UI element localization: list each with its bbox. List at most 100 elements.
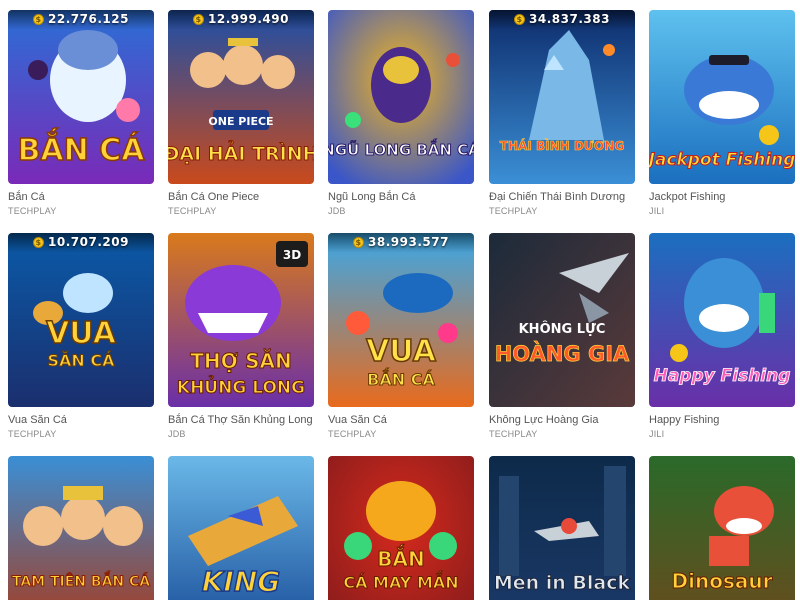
coin-icon: $ — [193, 14, 205, 25]
jackpot-counter: $34.837.383 — [489, 12, 635, 26]
game-provider: JDB — [168, 429, 186, 439]
svg-text:VUA: VUA — [46, 316, 117, 351]
game-title[interactable]: Bắn Cá One Piece — [168, 191, 314, 203]
jackpot-value: 34.837.383 — [529, 12, 610, 26]
game-card[interactable]: KING — [168, 456, 314, 600]
jackpot-counter: $22.776.125 — [8, 12, 154, 26]
game-logo: Jackpot Fishing — [649, 150, 795, 170]
game-provider: TECHPLAY — [8, 206, 57, 216]
game-thumbnail[interactable]: KHÔNG LỰC HOÀNG GIA — [489, 233, 635, 407]
game-art: Men in Black — [489, 456, 635, 600]
coin-icon: $ — [33, 14, 45, 25]
game-art: Happy Fishing — [649, 233, 795, 407]
game-card[interactable]: THÁI BÌNH DƯƠNG $34.837.383 Đại Chiến Th… — [489, 10, 635, 216]
game-card[interactable]: Dinosaur — [649, 456, 795, 600]
game-logo: ĐẠI HẢI TRÌNH — [168, 140, 314, 165]
svg-text:VUA: VUA — [366, 334, 437, 369]
svg-text:CÁ MAY MẮN: CÁ MAY MẮN — [343, 571, 458, 592]
game-card[interactable]: 3D THỢ SĂN KHỦNG LONG Bắn Cá Thợ Săn Khủ… — [168, 233, 314, 439]
game-logo: BẮN CÁ — [18, 128, 146, 168]
game-thumbnail[interactable]: Happy Fishing — [649, 233, 795, 407]
game-provider: TECHPLAY — [168, 206, 217, 216]
game-art: Dinosaur — [649, 456, 795, 600]
game-card[interactable]: Men in Black — [489, 456, 635, 600]
game-thumbnail[interactable]: VUA BẮN CÁ $38.993.577 — [328, 233, 474, 407]
game-card[interactable]: Jackpot Fishing Jackpot Fishing JILI — [649, 10, 795, 216]
game-card[interactable]: TAM TIÊN BẮN CÁ — [8, 456, 154, 600]
jackpot-value: 12.999.490 — [208, 12, 289, 26]
game-art: KING — [168, 456, 314, 600]
game-provider: TECHPLAY — [8, 429, 57, 439]
svg-text:ONE PIECE: ONE PIECE — [208, 115, 273, 128]
svg-text:THỢ SĂN: THỢ SĂN — [190, 349, 291, 373]
jackpot-value: 38.993.577 — [368, 235, 449, 249]
game-logo: NGŨ LONG BẮN CÁ — [328, 138, 474, 159]
game-art: TAM TIÊN BẮN CÁ — [8, 456, 154, 600]
game-art: ONE PIECE ĐẠI HẢI TRÌNH — [168, 10, 314, 184]
game-card[interactable]: KHÔNG LỰC HOÀNG GIA Không Lực Hoàng Gia … — [489, 233, 635, 439]
game-logo: HOÀNG GIA — [495, 341, 630, 366]
game-art: VUA SĂN CÁ — [8, 233, 154, 407]
game-card[interactable]: Happy Fishing Happy Fishing JILI — [649, 233, 795, 439]
game-thumbnail[interactable]: BẮN CÁ $22.776.125 — [8, 10, 154, 184]
game-title[interactable]: Vua Săn Cá — [328, 414, 474, 426]
game-card[interactable]: NGŨ LONG BẮN CÁ Ngũ Long Bắn Cá JDB — [328, 10, 474, 216]
game-thumbnail[interactable]: Jackpot Fishing — [649, 10, 795, 184]
game-art: BẮN CÁ MAY MẮN — [328, 456, 474, 600]
svg-text:BẮN: BẮN — [377, 545, 424, 571]
game-art: BẮN CÁ — [8, 10, 154, 184]
game-art: Jackpot Fishing — [649, 10, 795, 184]
coin-icon: $ — [514, 14, 526, 25]
game-art: THÁI BÌNH DƯƠNG — [489, 10, 635, 184]
game-title[interactable]: Vua Săn Cá — [8, 414, 154, 426]
game-logo: SĂN CÁ — [48, 351, 116, 370]
game-thumbnail[interactable]: 3D THỢ SĂN KHỦNG LONG — [168, 233, 314, 407]
game-art: 3D THỢ SĂN KHỦNG LONG — [168, 233, 314, 407]
game-provider: TECHPLAY — [328, 429, 377, 439]
game-title[interactable]: Happy Fishing — [649, 414, 795, 426]
game-thumbnail[interactable]: Dinosaur — [649, 456, 795, 600]
game-logo: Dinosaur — [672, 569, 773, 593]
jackpot-counter: $38.993.577 — [328, 235, 474, 249]
svg-text:BẮN CÁ: BẮN CÁ — [367, 368, 435, 389]
game-card[interactable]: ONE PIECE ĐẠI HẢI TRÌNH $12.999.490 Bắn … — [168, 10, 314, 216]
game-card[interactable]: VUA BẮN CÁ $38.993.577 Vua Săn Cá TECHPL… — [328, 233, 474, 439]
game-thumbnail[interactable]: KING — [168, 456, 314, 600]
svg-text:KHỦNG LONG: KHỦNG LONG — [177, 374, 305, 398]
game-title[interactable]: Bắn Cá — [8, 191, 154, 203]
3d-badge: 3D — [283, 248, 301, 262]
game-title[interactable]: Không Lực Hoàng Gia — [489, 414, 635, 426]
game-title[interactable]: Ngũ Long Bắn Cá — [328, 191, 474, 203]
game-logo: Men in Black — [494, 572, 631, 594]
game-art: NGŨ LONG BẮN CÁ — [328, 10, 474, 184]
game-thumbnail[interactable]: THÁI BÌNH DƯƠNG $34.837.383 — [489, 10, 635, 184]
game-title[interactable]: Jackpot Fishing — [649, 191, 795, 203]
game-logo: KING — [202, 565, 281, 598]
game-provider: JDB — [328, 206, 346, 216]
coin-icon: $ — [353, 237, 365, 248]
game-thumbnail[interactable]: ONE PIECE ĐẠI HẢI TRÌNH $12.999.490 — [168, 10, 314, 184]
game-card[interactable]: BẮN CÁ MAY MẮN — [328, 456, 474, 600]
game-logo: THÁI BÌNH DƯƠNG — [500, 138, 624, 153]
game-thumbnail[interactable]: Men in Black — [489, 456, 635, 600]
game-logo: Happy Fishing — [654, 366, 791, 386]
game-provider: JILI — [649, 206, 665, 216]
game-art: VUA BẮN CÁ — [328, 233, 474, 407]
game-thumbnail[interactable]: TAM TIÊN BẮN CÁ — [8, 456, 154, 600]
jackpot-counter: $12.999.490 — [168, 12, 314, 26]
coin-icon: $ — [33, 237, 45, 248]
game-logo: TAM TIÊN BẮN CÁ — [12, 571, 150, 590]
game-card[interactable]: BẮN CÁ $22.776.125 Bắn Cá TECHPLAY — [8, 10, 154, 216]
game-art: KHÔNG LỰC HOÀNG GIA — [489, 233, 635, 407]
jackpot-value: 10.707.209 — [48, 235, 129, 249]
game-thumbnail[interactable]: NGŨ LONG BẮN CÁ — [328, 10, 474, 184]
jackpot-counter: $10.707.209 — [8, 235, 154, 249]
svg-text:KHÔNG LỰC: KHÔNG LỰC — [519, 321, 606, 337]
game-provider: TECHPLAY — [489, 206, 538, 216]
game-thumbnail[interactable]: BẮN CÁ MAY MẮN — [328, 456, 474, 600]
game-provider: TECHPLAY — [489, 429, 538, 439]
game-title[interactable]: Đại Chiến Thái Bình Dương — [489, 191, 635, 203]
game-title[interactable]: Bắn Cá Thợ Săn Khủng Long — [168, 414, 314, 426]
game-thumbnail[interactable]: VUA SĂN CÁ $10.707.209 — [8, 233, 154, 407]
game-card[interactable]: VUA SĂN CÁ $10.707.209 Vua Săn Cá TECHPL… — [8, 233, 154, 439]
